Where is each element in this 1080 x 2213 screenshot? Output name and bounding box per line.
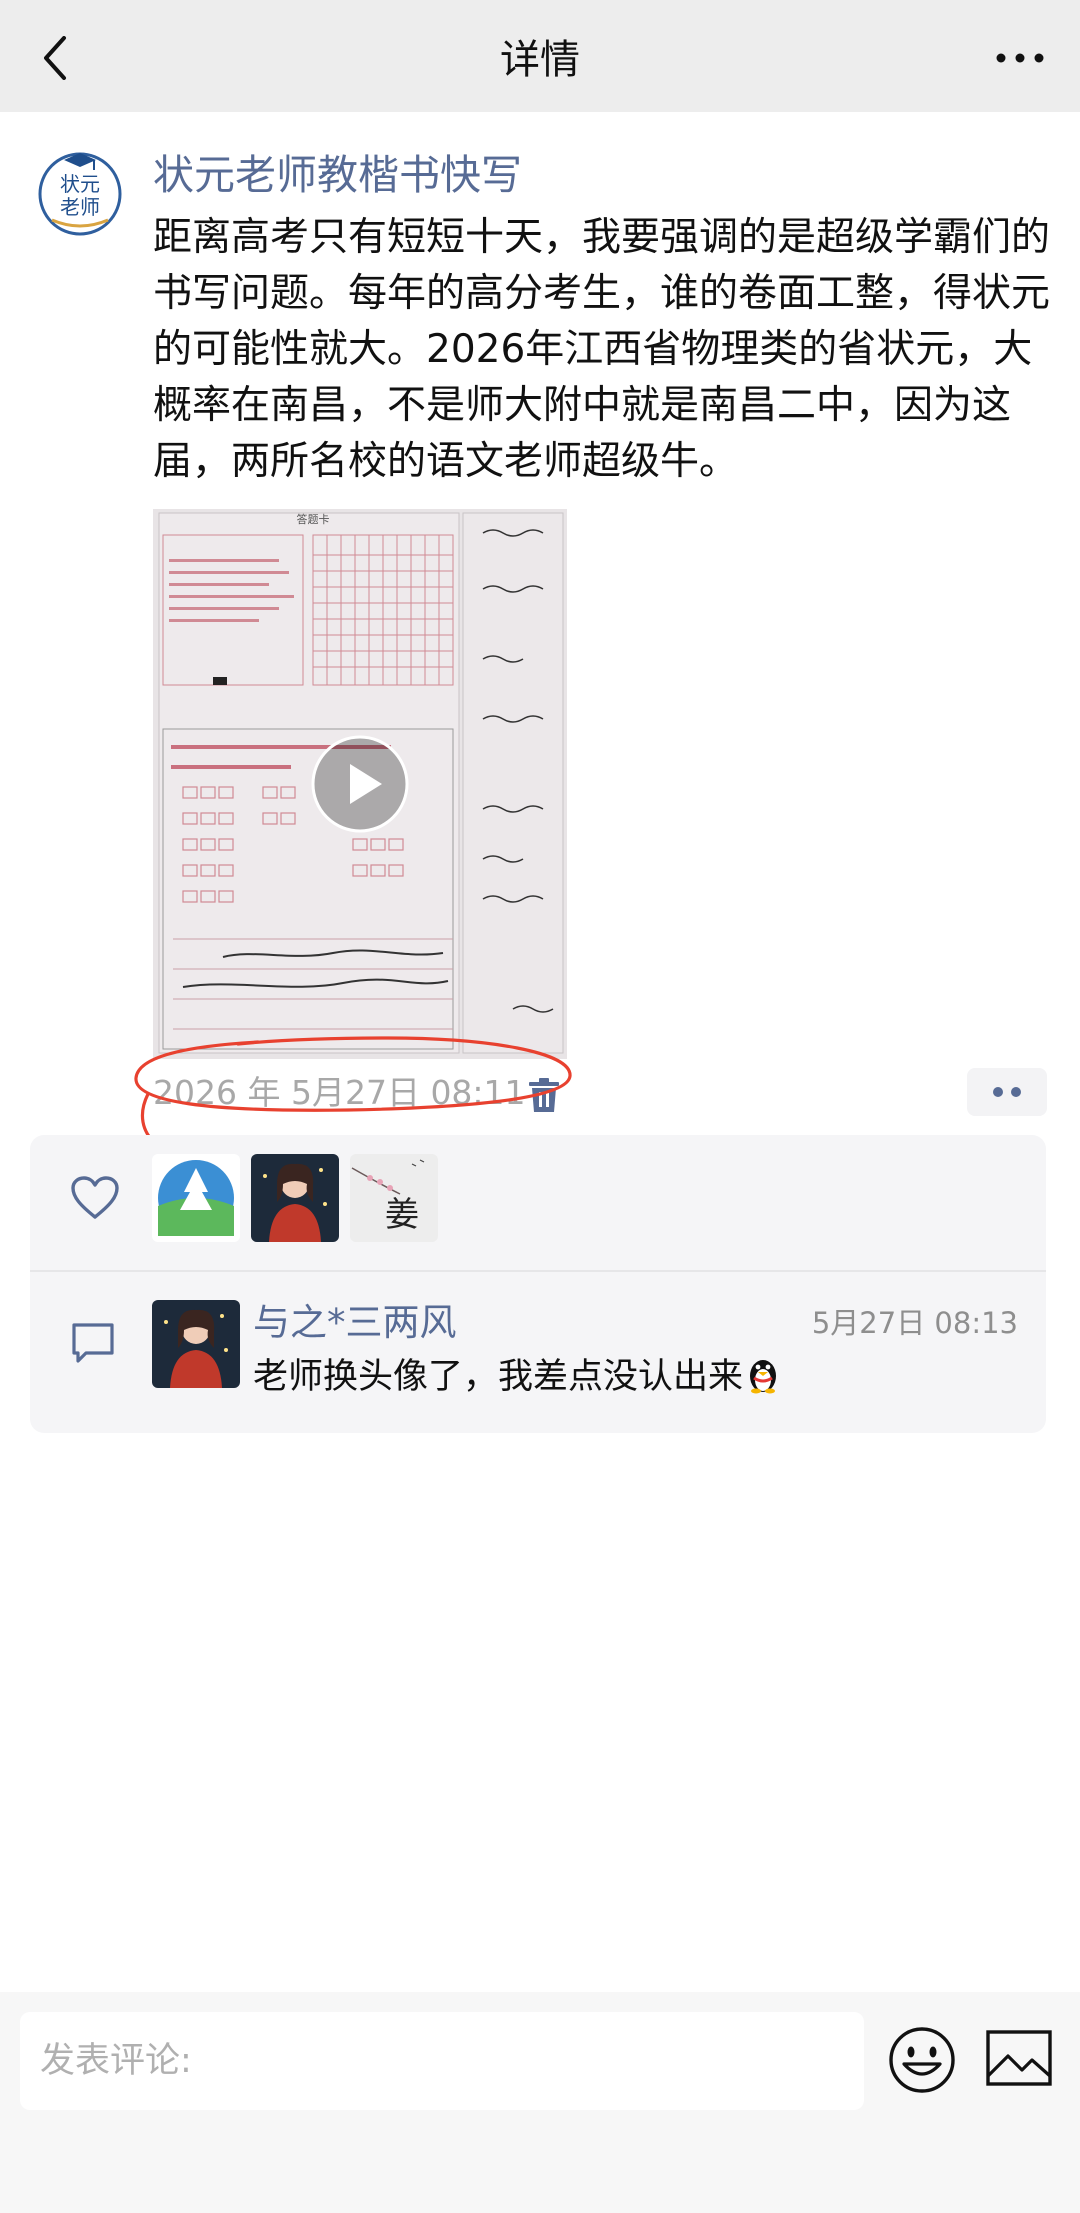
- sheet-title: 答题卡: [297, 512, 330, 526]
- comment-text: 老师换头像了，我差点没认出来: [253, 1357, 744, 1397]
- divider: [30, 1270, 1046, 1272]
- author-name[interactable]: 状元老师教楷书快写: [153, 148, 522, 202]
- two-dots-icon: [993, 1087, 1021, 1097]
- image-icon[interactable]: [986, 2030, 1052, 2086]
- post-timestamp: 2026 年 5月27日 08:11: [153, 1073, 526, 1112]
- more-button[interactable]: [990, 36, 1050, 80]
- heart-icon: [71, 1176, 119, 1219]
- logo-text-top: 状元: [60, 172, 100, 196]
- liker-tile-text: 姜: [385, 1195, 419, 1235]
- liker-avatar[interactable]: [251, 1154, 339, 1242]
- author-logo: 状元 老师: [38, 152, 122, 236]
- ellipsis-icon: [996, 53, 1044, 63]
- comment-composer: [0, 1992, 1080, 2213]
- commenter-avatar[interactable]: [152, 1300, 240, 1388]
- page-title: 详情: [500, 37, 580, 83]
- comment-icon: [72, 1323, 114, 1363]
- chevron-left-icon: [44, 36, 66, 80]
- comment-time: 5月27日 08:13: [811, 1306, 1018, 1340]
- penguin-emoji-icon: [750, 1360, 777, 1394]
- nav-bar: 详情: [0, 0, 1080, 112]
- post-more-button[interactable]: [967, 1068, 1047, 1116]
- interaction-panel: 姜 与之*三两风 5月27日 08:13 老师换头像了，我差点没认出来: [30, 1135, 1046, 1433]
- liker-avatar[interactable]: 姜: [350, 1154, 438, 1242]
- comment-text-row[interactable]: 老师换头像了，我差点没认出来: [253, 1353, 781, 1401]
- liker-list: 姜: [152, 1154, 438, 1242]
- back-button[interactable]: [30, 30, 80, 86]
- logo-text-bottom: 老师: [60, 195, 100, 219]
- smiley-icon[interactable]: [888, 2026, 956, 2094]
- liker-avatar[interactable]: [152, 1154, 240, 1242]
- post-text: 距离高考只有短短十天，我要强调的是超级学霸们的书写问题。每年的高分考生，谁的卷面…: [153, 215, 1051, 484]
- commenter-name[interactable]: 与之*三两风: [253, 1298, 457, 1348]
- play-icon[interactable]: [310, 734, 410, 834]
- comment-input[interactable]: [20, 2012, 864, 2110]
- video-thumbnail[interactable]: 答题卡: [153, 509, 567, 1059]
- author-avatar[interactable]: 状元 老师: [34, 146, 126, 238]
- trash-icon[interactable]: [527, 1077, 561, 1113]
